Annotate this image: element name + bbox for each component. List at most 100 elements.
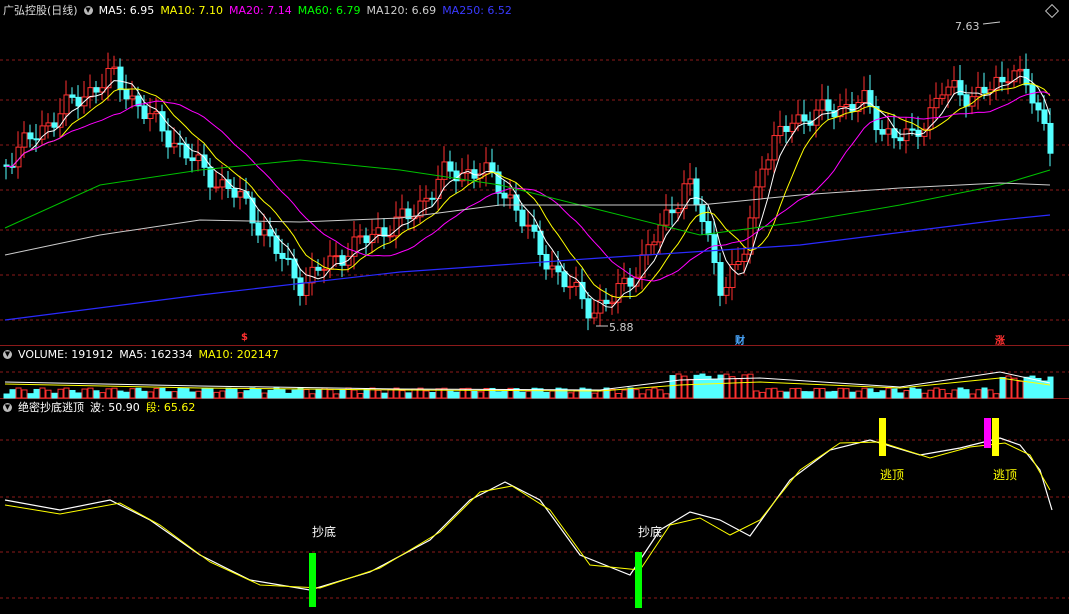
- volume-bar: [519, 391, 526, 399]
- volume-bar: [261, 392, 268, 399]
- volume-bar: [723, 373, 730, 399]
- volume-bar: [387, 388, 394, 399]
- candle-body: [363, 235, 370, 244]
- kline-chart[interactable]: [0, 0, 1069, 614]
- candle-body: [165, 130, 172, 148]
- candle-body: [735, 260, 742, 266]
- volume-bar: [117, 390, 124, 399]
- candle-body: [717, 262, 724, 296]
- candle-body: [177, 142, 184, 145]
- collapse-icon[interactable]: ▼: [83, 5, 93, 15]
- wave-readout: 波: 50.90: [90, 401, 140, 414]
- volume-bar: [189, 391, 196, 399]
- volume-bar: [771, 387, 778, 399]
- candle-body: [321, 268, 328, 271]
- volume-bar: [951, 389, 958, 399]
- volume-bar: [201, 387, 208, 399]
- candle-body: [687, 178, 694, 185]
- volume-bar: [933, 387, 940, 399]
- candle-body: [933, 97, 940, 109]
- volume-bar: [891, 388, 898, 399]
- volume-bar: [273, 387, 280, 399]
- volume-bar: [357, 393, 364, 399]
- volume-bar: [993, 393, 1000, 399]
- volume-bar: [687, 378, 694, 399]
- collapse-icon[interactable]: ▼: [3, 349, 12, 359]
- candle-body: [945, 86, 952, 96]
- segment-readout: 段: 65.62: [145, 401, 196, 414]
- candle-body: [849, 104, 856, 112]
- low-price-label: 5.88: [609, 321, 634, 334]
- candle-body: [879, 129, 886, 135]
- candle-body: [909, 128, 916, 131]
- volume-bar: [657, 389, 664, 399]
- volume-bar: [423, 390, 430, 399]
- volume-bar: [165, 391, 172, 399]
- volume-bar: [897, 392, 904, 399]
- volume-bar: [135, 387, 142, 399]
- candle-body: [819, 99, 826, 111]
- candle-body: [759, 168, 766, 188]
- volume-bar: [849, 391, 856, 399]
- candle-body: [843, 104, 850, 108]
- ma60-readout: MA60: 6.79: [297, 3, 361, 17]
- candle-body: [231, 188, 238, 198]
- volume-bar: [279, 388, 286, 399]
- flag-rise[interactable]: 涨: [995, 332, 1005, 347]
- volume-bar: [75, 392, 82, 399]
- volume-bar: [633, 389, 640, 399]
- volume-bar: [789, 388, 796, 399]
- candle-body: [393, 216, 400, 237]
- candle-body: [429, 197, 436, 200]
- volume-bar: [639, 393, 646, 399]
- volume-bar: [915, 388, 922, 399]
- volume-bar: [573, 390, 580, 399]
- volume-bar: [777, 390, 784, 399]
- volume-bar: [615, 393, 622, 399]
- volume-bar: [873, 392, 880, 399]
- volume-bar: [825, 391, 832, 399]
- volume-header: ▼ VOLUME: 191912 MA5: 162334 MA10: 20214…: [0, 346, 279, 362]
- candle-body: [111, 66, 118, 70]
- candle-body: [1017, 68, 1024, 72]
- candle-body: [87, 87, 94, 98]
- volume-bar: [159, 387, 166, 399]
- collapse-icon[interactable]: ▼: [3, 402, 12, 412]
- volume-bar: [495, 391, 502, 399]
- volume-bar: [813, 387, 820, 399]
- ma250-readout: MA250: 6.52: [442, 3, 512, 17]
- volume-bar: [759, 391, 766, 399]
- flag-finance[interactable]: 财: [735, 332, 745, 347]
- volume-bar: [477, 391, 484, 399]
- candle-body: [657, 224, 664, 243]
- volume-readout: VOLUME: 191912: [18, 347, 114, 361]
- candle-body: [357, 235, 364, 238]
- volume-bar: [819, 388, 826, 399]
- volume-bar: [729, 376, 736, 399]
- candle-body: [195, 154, 202, 162]
- candle-body: [999, 76, 1006, 83]
- volume-bar: [663, 393, 670, 399]
- flag-dollar[interactable]: $: [241, 332, 248, 343]
- volume-bar: [171, 391, 178, 399]
- volume-bar: [339, 389, 346, 399]
- volume-bar: [111, 387, 118, 399]
- volume-bar: [21, 389, 28, 399]
- volume-bar: [315, 389, 322, 399]
- volume-bar: [987, 389, 994, 399]
- candle-body: [249, 197, 256, 224]
- volume-bar: [999, 376, 1006, 399]
- volume-bar: [885, 387, 892, 399]
- volume-bar: [753, 390, 760, 399]
- candle-body: [771, 135, 778, 161]
- candle-body: [117, 66, 124, 91]
- ma20-readout: MA20: 7.14: [229, 3, 292, 17]
- ma120-readout: MA120: 6.69: [366, 3, 437, 17]
- volume-bar: [375, 389, 382, 399]
- volume-bar: [327, 389, 334, 399]
- volume-bar: [399, 390, 406, 399]
- candle-body: [825, 99, 832, 112]
- indicator-header: ▼ 绝密抄底逃顶 波: 50.90 段: 65.62: [0, 399, 195, 415]
- candle-body: [669, 209, 676, 214]
- volume-bar: [39, 387, 46, 399]
